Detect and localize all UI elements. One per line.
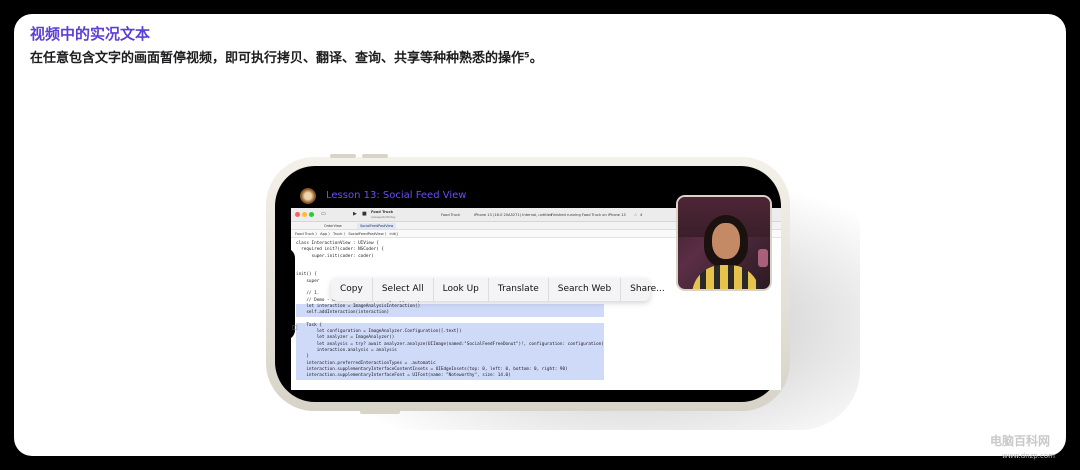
video-lamp xyxy=(758,249,768,267)
project-branch: release/birthday xyxy=(371,215,396,219)
menu-share[interactable]: Share... xyxy=(621,278,674,301)
page-title: 视频中的实况文本 xyxy=(30,25,151,43)
menu-search-web[interactable]: Search Web xyxy=(549,278,622,301)
menu-translate[interactable]: Translate xyxy=(489,278,549,301)
menu-select-all[interactable]: Select All xyxy=(373,278,434,301)
code-line[interactable] xyxy=(296,386,604,390)
tab-order-view[interactable]: OrderView xyxy=(321,223,345,229)
presenter-shirt xyxy=(692,265,760,289)
zoom-window-icon[interactable] xyxy=(309,212,314,217)
presenter-face xyxy=(712,223,740,259)
warning-count: 4 xyxy=(640,213,643,217)
editor-side-icon: ◫ xyxy=(292,324,298,331)
close-window-icon[interactable] xyxy=(295,212,300,217)
site-watermark: 电脑百科网 xyxy=(990,434,1051,448)
tab-social-feed-post-view[interactable]: SocialFeedPostView xyxy=(357,223,397,229)
code-editor[interactable]: class InteractionView : UIView { require… xyxy=(296,241,604,390)
page-subtitle: 在任意包含文字的画面暂停视频，即可执行拷贝、翻译、查询、共享等种种熟悉的操作⁵。 xyxy=(30,51,543,66)
scheme-target[interactable]: Food Truck xyxy=(441,213,460,217)
lesson-title: Lesson 13: Social Feed View xyxy=(326,190,467,201)
menu-look-up[interactable]: Look Up xyxy=(434,278,489,301)
video-picture-in-picture[interactable] xyxy=(676,195,772,291)
project-name: Food Truck xyxy=(371,210,393,214)
menu-copy[interactable]: Copy xyxy=(331,278,373,301)
volume-button xyxy=(330,154,356,158)
minimize-window-icon[interactable] xyxy=(302,212,307,217)
volume-button xyxy=(362,154,388,158)
build-status: Finished running Food Truck on iPhone 13 xyxy=(551,213,626,217)
live-text-context-menu: Copy Select All Look Up Translate Search… xyxy=(331,278,665,301)
run-icon[interactable]: ▶ xyxy=(353,211,357,217)
lesson-icon xyxy=(300,188,316,204)
run-destination[interactable]: iPhone 13 (16.0 20A5271) Internal, untit… xyxy=(474,213,552,217)
sidebar-toggle-icon[interactable]: ▭ xyxy=(321,211,326,217)
stop-icon[interactable]: ■ xyxy=(362,211,367,217)
side-button xyxy=(360,410,400,414)
jump-bar-path[interactable]: Food Truck 〉 App 〉 Truck 〉 SocialFeedPos… xyxy=(295,232,398,237)
warning-icon[interactable]: ⚠ xyxy=(634,213,637,217)
site-watermark-url: www.dnzp.com xyxy=(1002,452,1055,460)
